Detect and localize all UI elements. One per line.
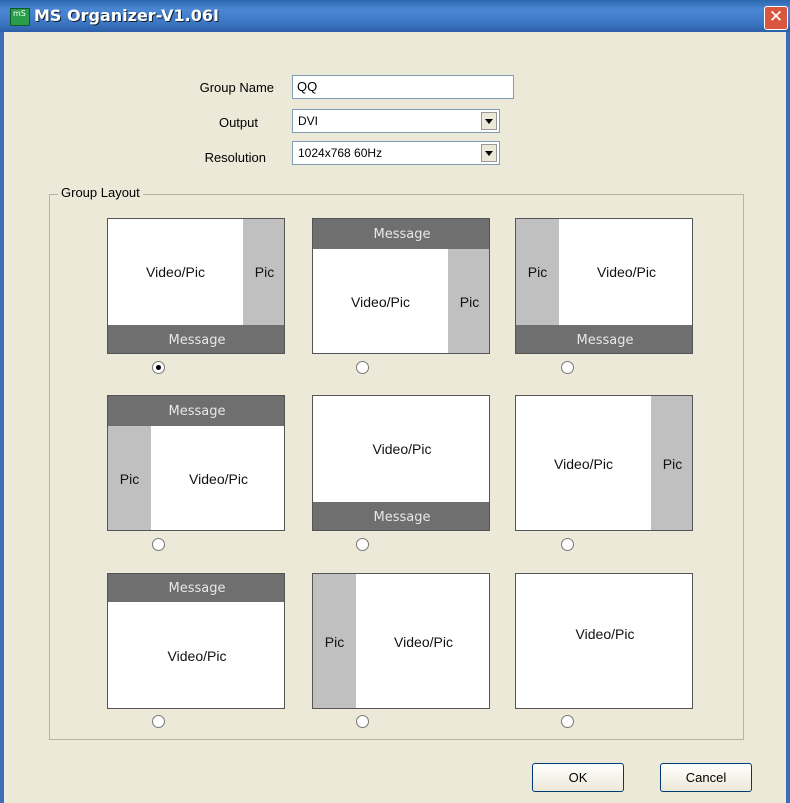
layout-option-5[interactable]: Video/Pic Message (312, 395, 490, 531)
close-button[interactable]: ✕ (764, 6, 788, 30)
chevron-down-icon[interactable] (481, 112, 497, 130)
group-layout-title: Group Layout (58, 185, 143, 200)
video-region: Video/Pic (597, 264, 656, 280)
group-name-input[interactable]: QQ (292, 75, 514, 99)
video-region: Video/Pic (394, 634, 453, 650)
message-region: Message (108, 396, 284, 426)
window-frame-left (0, 32, 4, 803)
layout-radio-1[interactable] (152, 361, 165, 374)
layout-option-8[interactable]: Pic Video/Pic (312, 573, 490, 709)
video-region: Video/Pic (372, 441, 432, 457)
message-region: Message (108, 325, 284, 353)
layout-radio-8[interactable] (356, 715, 369, 728)
layout-option-7[interactable]: Message Video/Pic (107, 573, 285, 709)
video-region: Video/Pic (575, 626, 635, 642)
video-region: Video/Pic (554, 456, 613, 472)
video-region: Video/Pic (351, 294, 410, 310)
message-region: Message (516, 325, 692, 353)
output-select[interactable]: DVI (292, 109, 500, 133)
pic-region: Pic (108, 426, 151, 530)
layout-radio-7[interactable] (152, 715, 165, 728)
message-region: Message (313, 219, 489, 249)
layout-radio-2[interactable] (356, 361, 369, 374)
layout-option-3[interactable]: Pic Video/Pic Message (515, 218, 693, 354)
message-region: Message (313, 502, 489, 530)
title-bar[interactable]: mS MS Organizer-V1.06I ✕ (0, 0, 790, 32)
app-icon: mS (10, 8, 30, 26)
layout-radio-3[interactable] (561, 361, 574, 374)
pic-region: Pic (448, 249, 489, 353)
close-icon: ✕ (768, 7, 784, 27)
chevron-down-icon[interactable] (481, 144, 497, 162)
layout-radio-5[interactable] (356, 538, 369, 551)
cancel-button[interactable]: Cancel (660, 763, 752, 792)
layout-option-9[interactable]: Video/Pic (515, 573, 693, 709)
message-region: Message (108, 574, 284, 602)
video-region: Video/Pic (167, 648, 227, 664)
resolution-select[interactable]: 1024x768 60Hz (292, 141, 500, 165)
resolution-value: 1024x768 60Hz (298, 146, 383, 160)
video-region: Video/Pic (189, 471, 248, 487)
layout-radio-4[interactable] (152, 538, 165, 551)
pic-region: Pic (313, 574, 356, 708)
pic-region: Pic (651, 396, 692, 530)
output-label: Output (218, 115, 258, 130)
layout-option-6[interactable]: Video/Pic Pic (515, 395, 693, 531)
layout-option-1[interactable]: Video/Pic Pic Message (107, 218, 285, 354)
organizer-window: mS MS Organizer-V1.06I ✕ Group Name QQ O… (0, 0, 790, 803)
output-value: DVI (298, 114, 319, 128)
pic-region: Pic (516, 219, 559, 325)
group-name-label: Group Name (199, 80, 274, 95)
app-icon-text: mS (13, 9, 26, 18)
window-title: MS Organizer-V1.06I (34, 6, 219, 25)
resolution-label: Resolution (204, 150, 266, 165)
layout-option-4[interactable]: Message Pic Video/Pic (107, 395, 285, 531)
pic-region: Pic (243, 219, 284, 325)
video-region: Video/Pic (146, 264, 205, 280)
ok-button[interactable]: OK (532, 763, 624, 792)
layout-option-2[interactable]: Message Video/Pic Pic (312, 218, 490, 354)
layout-radio-9[interactable] (561, 715, 574, 728)
layout-radio-6[interactable] (561, 538, 574, 551)
window-frame-right (786, 32, 790, 803)
